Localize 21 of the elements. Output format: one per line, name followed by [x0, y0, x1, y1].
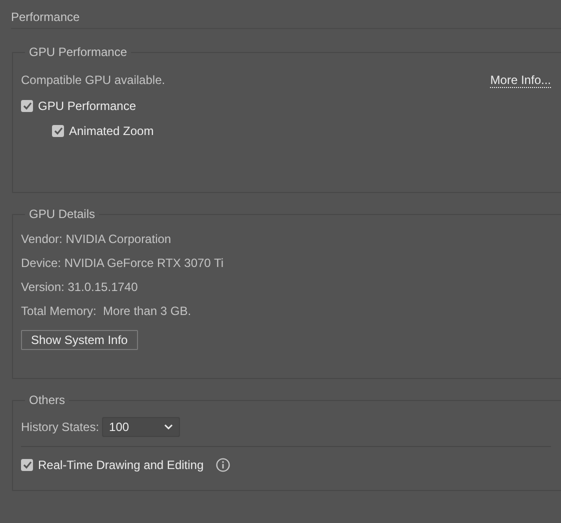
- status-text: Compatible GPU available.: [21, 73, 166, 87]
- checkbox[interactable]: [21, 100, 33, 112]
- section-title: Performance: [11, 10, 561, 29]
- group-title: GPU Performance: [28, 45, 128, 59]
- detail-text: Total Memory: More than 3 GB.: [21, 304, 192, 318]
- checkbox[interactable]: [21, 459, 33, 471]
- checkbox-label: Animated Zoom: [69, 124, 154, 138]
- detail-text: Version: 31.0.15.1740: [21, 280, 138, 294]
- checkbox-label: Real-Time Drawing and Editing: [38, 458, 204, 472]
- checkbox-label: GPU Performance: [38, 98, 136, 112]
- checkbox[interactable]: [52, 124, 64, 136]
- chevron-down-icon: [164, 424, 174, 430]
- show-system-info-button[interactable]: Show System Info: [21, 330, 138, 350]
- group-title: GPU Details: [28, 207, 96, 221]
- field-label: History States:: [21, 420, 100, 434]
- info-icon[interactable]: [216, 458, 230, 472]
- detail-text: Device: NVIDIA GeForce RTX 3070 Ti: [21, 256, 224, 270]
- detail-text: Vendor: NVIDIA Corporation: [21, 232, 172, 246]
- more-info-link[interactable]: More Info...: [490, 72, 551, 88]
- group-title: Others: [28, 393, 66, 407]
- history-states-dropdown[interactable]: 100: [102, 417, 180, 437]
